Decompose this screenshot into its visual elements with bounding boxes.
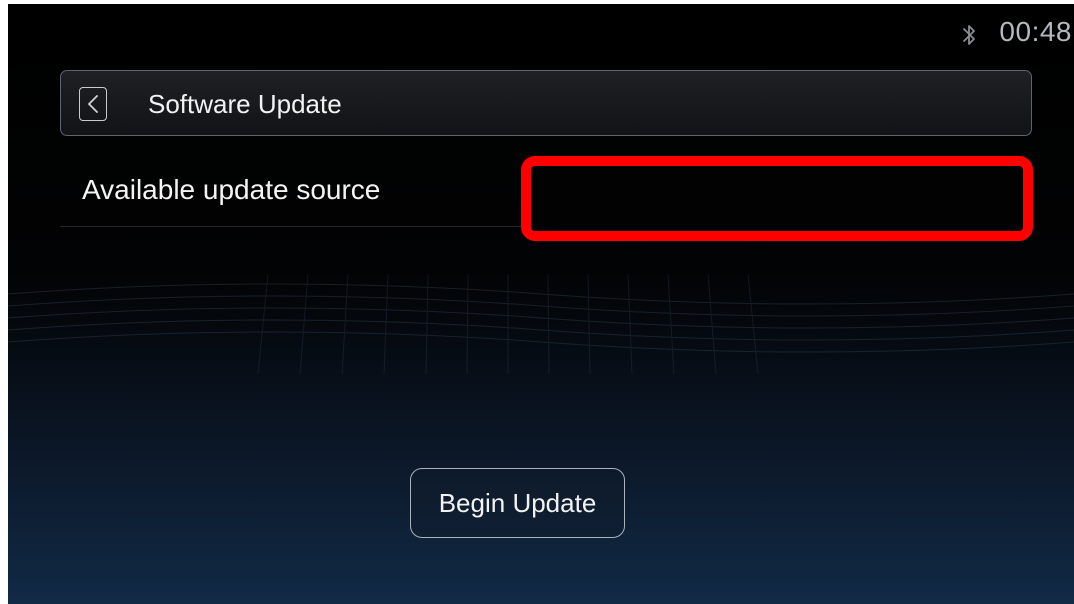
status-bar: 00:48 bbox=[8, 4, 1074, 66]
begin-update-button[interactable]: Begin Update bbox=[410, 468, 625, 538]
chevron-left-icon bbox=[88, 95, 98, 113]
update-source-value[interactable] bbox=[521, 156, 1033, 241]
background-wave-texture bbox=[8, 273, 1074, 375]
back-button[interactable] bbox=[79, 87, 107, 121]
software-update-screen: 00:48 Software Update Available update s… bbox=[8, 4, 1074, 604]
bluetooth-icon bbox=[963, 25, 975, 45]
update-source-label: Available update source bbox=[82, 174, 381, 205]
status-clock: 00:48 bbox=[999, 16, 1072, 47]
page-title: Software Update bbox=[148, 89, 342, 119]
header-bar: Software Update bbox=[60, 70, 1032, 136]
